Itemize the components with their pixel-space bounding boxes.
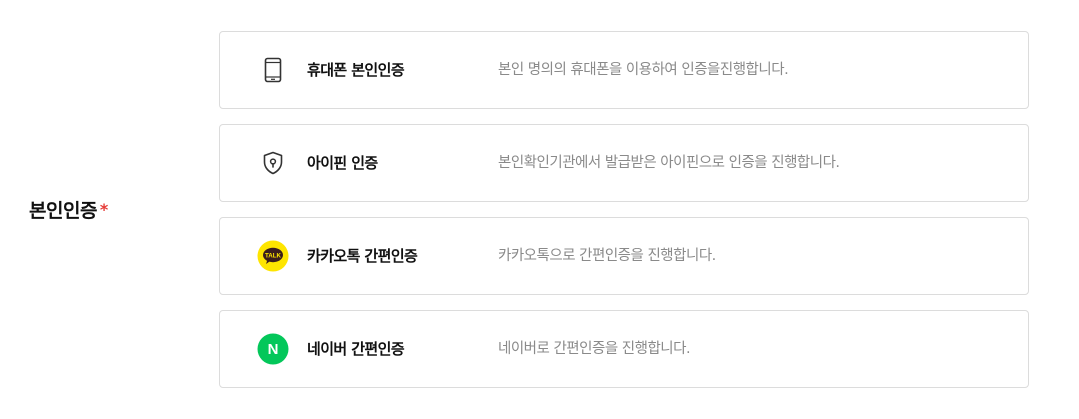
mobile-phone-icon <box>257 54 289 86</box>
kakaotalk-icon-text: TALK <box>265 252 282 259</box>
option-title: 아이핀 인증 <box>307 154 378 172</box>
option-description: 네이버로 간편인증을 진행합니다. <box>498 341 691 357</box>
option-title: 네이버 간편인증 <box>307 340 405 358</box>
naver-icon: N <box>257 333 289 365</box>
option-kakaotalk-verification[interactable]: TALK 카카오톡 간편인증 카카오톡으로 간편인증을 진행합니다. <box>219 217 1029 295</box>
option-description: 카카오톡으로 간편인증을 진행합니다. <box>498 248 716 264</box>
option-naver-verification[interactable]: N 네이버 간편인증 네이버로 간편인증을 진행합니다. <box>219 310 1029 388</box>
naver-icon-text: N <box>268 341 279 358</box>
option-mobile-phone-verification[interactable]: 휴대폰 본인인증 본인 명의의 휴대폰을 이용하여 인증을진행합니다. <box>219 31 1029 109</box>
shield-lock-icon <box>257 147 289 179</box>
option-title: 휴대폰 본인인증 <box>307 61 405 79</box>
identity-verification-label-text: 본인인증 <box>29 200 97 222</box>
required-mark: * <box>99 200 108 219</box>
option-description: 본인 명의의 휴대폰을 이용하여 인증을진행합니다. <box>498 62 789 78</box>
option-ipin-verification[interactable]: 아이핀 인증 본인확인기관에서 발급받은 아이핀으로 인증을 진행합니다. <box>219 124 1029 202</box>
option-description: 본인확인기관에서 발급받은 아이핀으로 인증을 진행합니다. <box>498 155 840 171</box>
kakaotalk-icon: TALK <box>257 240 289 272</box>
option-title: 카카오톡 간편인증 <box>307 247 418 265</box>
identity-verification-label: 본인인증 * <box>29 196 108 223</box>
verification-option-list: 휴대폰 본인인증 본인 명의의 휴대폰을 이용하여 인증을진행합니다. 아이핀 … <box>219 31 1029 403</box>
